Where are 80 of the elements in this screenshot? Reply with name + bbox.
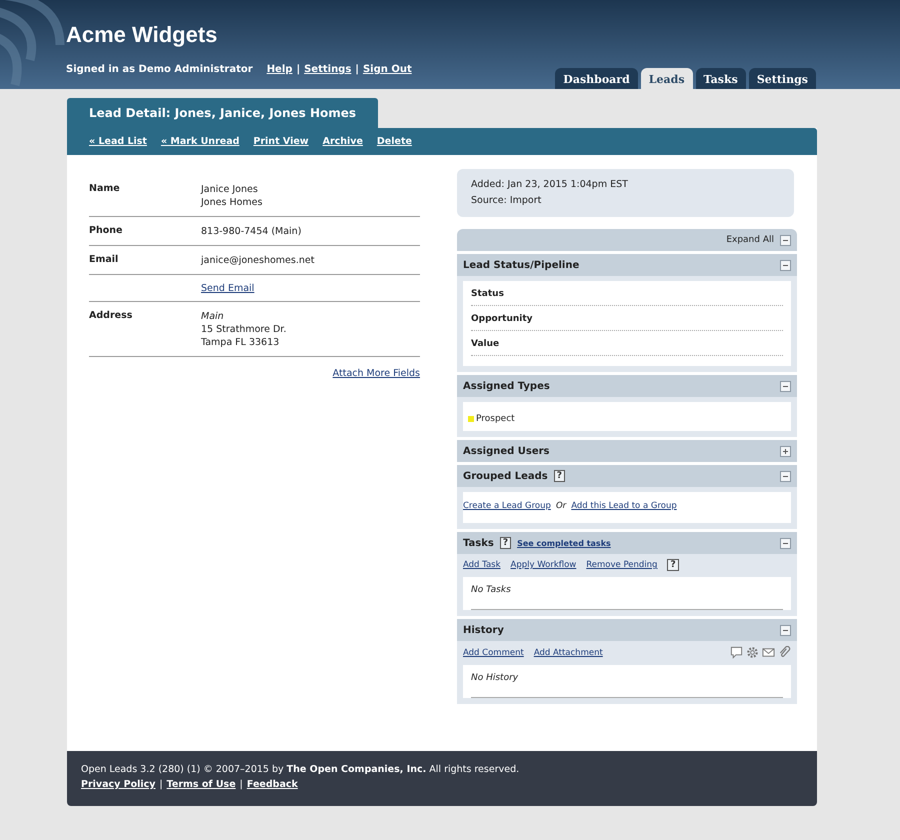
field-label: Name bbox=[89, 183, 121, 196]
field-label: Phone bbox=[89, 225, 124, 238]
nav-tab[interactable]: Settings bbox=[748, 68, 816, 89]
help-icon[interactable]: ? bbox=[500, 537, 512, 549]
nav-tab[interactable]: Dashboard bbox=[555, 68, 638, 89]
action-link[interactable]: Print View bbox=[253, 136, 309, 147]
comment-icon[interactable] bbox=[730, 646, 743, 659]
header-link[interactable]: Settings bbox=[304, 64, 352, 75]
section-header[interactable]: Lead Status/Pipeline bbox=[457, 254, 797, 276]
help-icon[interactable]: ? bbox=[554, 470, 565, 482]
section-action-link[interactable]: Add Attachment bbox=[534, 648, 603, 658]
create-group-link[interactable]: Create a Lead Group bbox=[463, 501, 551, 511]
status-field-label: Value bbox=[471, 331, 783, 356]
collapse-icon[interactable] bbox=[780, 260, 791, 270]
app-title: Acme Widgets bbox=[66, 22, 218, 48]
section-header[interactable]: History bbox=[457, 619, 797, 641]
add-to-group-link[interactable]: Add this Lead to a Group bbox=[571, 501, 677, 511]
footer-link[interactable]: Privacy Policy bbox=[81, 777, 156, 792]
or-text: Or bbox=[556, 501, 566, 511]
section-action-link[interactable]: Remove Pending bbox=[586, 560, 658, 570]
separator: | bbox=[296, 64, 300, 75]
section-title: Assigned Types bbox=[463, 380, 550, 392]
field-value: Janice Jones bbox=[201, 183, 259, 196]
footer-link[interactable]: Terms of Use bbox=[166, 777, 236, 792]
section-header[interactable]: Assigned Types bbox=[457, 375, 797, 397]
empty-message: No History bbox=[471, 673, 783, 698]
status-field-label: Opportunity bbox=[471, 306, 783, 331]
section-title: Lead Status/Pipeline bbox=[463, 260, 580, 270]
paperclip-icon[interactable] bbox=[778, 646, 791, 659]
separator: | bbox=[159, 778, 163, 792]
header-link[interactable]: Help bbox=[266, 64, 292, 75]
section-action-link[interactable]: Apply Workflow bbox=[510, 560, 576, 570]
collapse-icon[interactable] bbox=[780, 624, 791, 636]
section-action-link[interactable]: Add Task bbox=[463, 560, 501, 570]
send-email-link[interactable]: Send Email bbox=[201, 283, 254, 294]
gear-icon[interactable] bbox=[746, 646, 759, 659]
status-field-label: Status bbox=[471, 281, 783, 306]
section-action-link[interactable]: Add Comment bbox=[463, 648, 524, 658]
copyright-text: Open Leads 3.2 (280) (1) © 2007–2015 by The Open Companies, Inc. All rights reserved. bbox=[81, 763, 520, 777]
nav-tab[interactable]: Leads bbox=[640, 68, 693, 89]
separator: | bbox=[240, 778, 243, 792]
nav-tab[interactable]: Tasks bbox=[696, 68, 746, 89]
field-label: Email bbox=[89, 254, 120, 267]
collapse-icon[interactable] bbox=[780, 538, 791, 548]
attach-fields-link[interactable]: Attach More Fields bbox=[332, 368, 420, 379]
field-value: 15 Strathmore Dr. bbox=[201, 323, 286, 336]
mail-icon[interactable] bbox=[762, 646, 775, 659]
action-link[interactable]: Archive bbox=[322, 136, 363, 147]
action-link[interactable]: « Lead List bbox=[89, 136, 147, 147]
section-title: Assigned Users bbox=[463, 446, 550, 456]
action-link[interactable]: « Mark Unread bbox=[160, 136, 240, 147]
header-link[interactable]: Sign Out bbox=[362, 64, 412, 75]
field-value: Jones Homes bbox=[201, 196, 262, 209]
section-header[interactable]: Grouped Leads ? bbox=[457, 465, 797, 487]
field-label: Address bbox=[89, 310, 134, 323]
field-value: 813-980-7454 (Main) bbox=[201, 225, 302, 238]
page-title: Lead Detail: Jones, Janice, Jones Homes bbox=[67, 98, 378, 128]
section-header[interactable]: Tasks ? See completed tasks bbox=[457, 532, 797, 554]
separator: | bbox=[355, 64, 359, 75]
collapse-icon[interactable] bbox=[780, 380, 791, 392]
section-title: Tasks bbox=[463, 538, 494, 548]
info-text: Source: Import bbox=[471, 194, 542, 208]
field-value: Main bbox=[201, 310, 225, 323]
expand-icon[interactable] bbox=[780, 446, 791, 456]
collapse-icon[interactable] bbox=[780, 470, 791, 482]
section-title: Grouped Leads bbox=[463, 470, 548, 482]
collapse-icon[interactable] bbox=[780, 234, 791, 246]
empty-message: No Tasks bbox=[471, 585, 783, 610]
completed-tasks-link[interactable]: See completed tasks bbox=[517, 538, 611, 548]
action-link[interactable]: Delete bbox=[376, 136, 412, 147]
expand-all-link[interactable]: Expand All bbox=[726, 235, 774, 245]
info-text: Added: Jan 23, 2015 1:04pm EST bbox=[471, 178, 629, 192]
field-value: janice@joneshomes.net bbox=[201, 254, 314, 267]
signed-in-text: Signed in as Demo Administrator bbox=[66, 64, 253, 75]
section-header[interactable]: Assigned Users bbox=[457, 440, 797, 462]
footer-link[interactable]: Feedback bbox=[246, 777, 298, 792]
field-value: Tampa FL 33613 bbox=[201, 336, 280, 349]
section-title: History bbox=[463, 624, 504, 636]
type-label: Prospect bbox=[476, 414, 515, 424]
help-icon[interactable]: ? bbox=[667, 559, 679, 571]
